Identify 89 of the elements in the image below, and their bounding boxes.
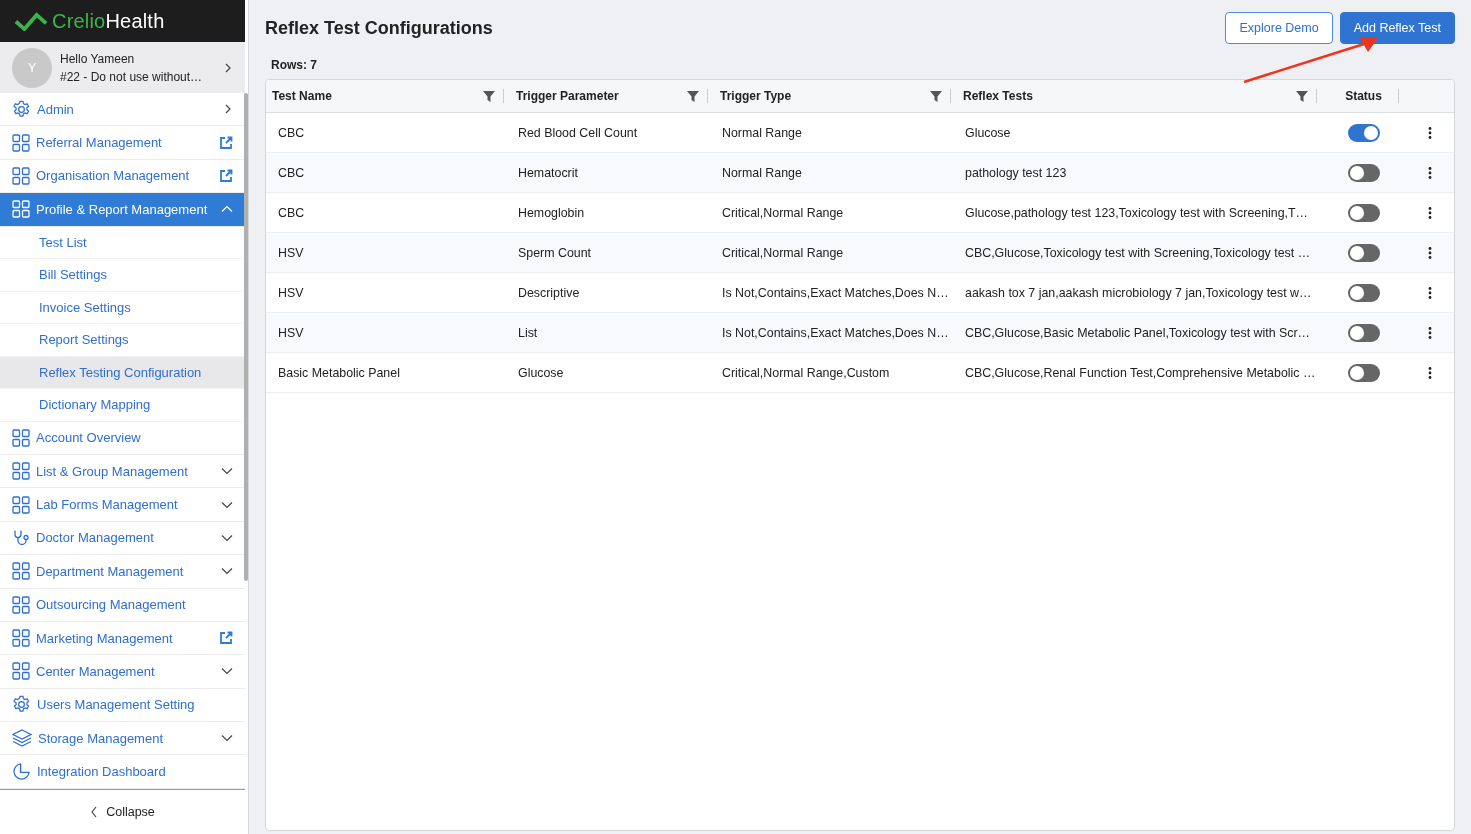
more-options-icon[interactable] — [1427, 326, 1432, 339]
status-toggle[interactable] — [1348, 163, 1380, 182]
chevron-left-icon — [90, 806, 99, 818]
sidebar-subitem[interactable]: Reflex Testing Configuration — [0, 356, 245, 390]
collapse-button[interactable]: Collapse — [86, 801, 159, 823]
column-header[interactable]: Trigger Type — [720, 89, 930, 103]
external-link-icon[interactable] — [219, 631, 233, 646]
more-options-icon[interactable] — [1427, 166, 1432, 179]
sidebar-item[interactable]: Center Management — [0, 655, 245, 689]
column-header[interactable]: Test Name — [272, 89, 483, 103]
table-cell: Hemoglobin — [518, 205, 585, 220]
pie-chart-icon — [12, 762, 31, 782]
grid-icon — [12, 595, 30, 614]
table-cell: Basic Metabolic Panel — [278, 365, 400, 380]
table-cell: Normal Range — [722, 125, 802, 140]
filter-icon[interactable] — [483, 90, 495, 102]
more-options-icon[interactable] — [1427, 286, 1432, 299]
user-greeting: Hello Yameen — [60, 51, 136, 66]
stethoscope-icon — [12, 528, 30, 547]
status-toggle[interactable] — [1348, 203, 1380, 222]
more-options-icon[interactable] — [1427, 126, 1432, 139]
status-toggle[interactable] — [1348, 363, 1380, 382]
table-cell: CBC — [278, 205, 305, 220]
grid-icon — [12, 166, 30, 185]
more-options-icon[interactable] — [1427, 206, 1432, 219]
filter-icon[interactable] — [1296, 90, 1308, 102]
status-toggle[interactable] — [1348, 283, 1380, 302]
page-title: Reflex Test Configurations — [265, 17, 493, 39]
sidebar-item[interactable]: Users Management Setting — [0, 688, 245, 723]
table-cell: Critical,Normal Range,Custom — [722, 365, 890, 380]
settings-icon — [12, 695, 31, 715]
table-cell: Glucose — [518, 365, 564, 380]
settings-icon — [12, 99, 31, 119]
table-cell: HSV — [278, 285, 304, 300]
table-cell: Is Not,Contains,Exact Matches,Does N… — [722, 285, 949, 300]
sidebar-item[interactable]: Marketing Management — [0, 621, 245, 656]
status-toggle[interactable] — [1348, 243, 1380, 262]
table-cell: Normal Range — [722, 165, 802, 180]
more-options-icon[interactable] — [1427, 246, 1432, 259]
rows-count: Rows: 7 — [270, 57, 318, 74]
table-cell: CBC,Glucose,Toxicology test with Screening,Toxicology test … — [965, 245, 1311, 260]
grid-icon — [12, 629, 30, 648]
grid-icon — [12, 462, 30, 481]
table-cell: HSV — [278, 325, 304, 340]
table-cell: Critical,Normal Range — [722, 245, 844, 260]
external-link-icon[interactable] — [219, 168, 233, 183]
table-cell: CBC,Glucose,Renal Function Test,Comprehensive Metabolic … — [965, 365, 1316, 380]
column-header[interactable]: Trigger Parameter — [516, 89, 687, 103]
filter-icon[interactable] — [930, 90, 942, 102]
grid-icon — [12, 495, 30, 514]
add-button[interactable]: Add Reflex Test — [1339, 12, 1455, 44]
filter-icon[interactable] — [687, 90, 699, 102]
organisation-name: #22 - Do not use without… — [60, 69, 204, 84]
layers-icon — [12, 729, 32, 748]
status-toggle[interactable] — [1348, 123, 1380, 142]
table-cell: pathology test 123 — [965, 165, 1067, 180]
grid-icon — [12, 562, 30, 581]
table-cell: CBC,Glucose,Basic Metabolic Panel,Toxicology test with Scr… — [965, 325, 1310, 340]
column-header[interactable]: Status — [1329, 89, 1398, 103]
grid-icon — [12, 662, 30, 681]
more-options-icon[interactable] — [1427, 366, 1432, 379]
table-cell: aakash tox 7 jan,aakash microbiology 7 jan,Toxicology test w… — [965, 285, 1312, 300]
check-logo-icon — [14, 11, 48, 31]
table-cell: CBC — [278, 165, 305, 180]
table-cell: List — [518, 325, 538, 340]
table-cell: Hematocrit — [518, 165, 578, 180]
table-cell: Glucose — [965, 125, 1011, 140]
table-cell: Descriptive — [518, 285, 580, 300]
grid-icon — [12, 133, 30, 152]
sidebar-item[interactable]: Outsourcing Management — [0, 588, 245, 622]
table-cell: Red Blood Cell Count — [518, 125, 638, 140]
table-cell: Sperm Count — [518, 245, 591, 260]
sidebar-item[interactable]: Profile & Report Management — [0, 193, 245, 227]
table-cell: Critical,Normal Range — [722, 205, 844, 220]
table-cell: Glucose,pathology test 123,Toxicology test with Screening,T… — [965, 205, 1308, 220]
grid-icon — [12, 200, 30, 219]
table-cell: CBC — [278, 125, 305, 140]
demo-button[interactable]: Explore Demo — [1225, 12, 1333, 44]
grid-icon — [12, 428, 30, 447]
brand-logo-text: CrelioHealth — [52, 9, 165, 33]
sidebar-item[interactable]: Integration Dashboard — [0, 755, 245, 789]
external-link-icon[interactable] — [219, 135, 233, 150]
column-header[interactable]: Reflex Tests — [963, 89, 1296, 103]
chevron-right-icon — [223, 61, 233, 74]
sidebar-item[interactable]: Storage Management — [0, 722, 245, 756]
table-cell: HSV — [278, 245, 304, 260]
status-toggle[interactable] — [1348, 323, 1380, 342]
table-cell: Is Not,Contains,Exact Matches,Does N… — [722, 325, 949, 340]
scrollbar[interactable] — [244, 93, 248, 581]
